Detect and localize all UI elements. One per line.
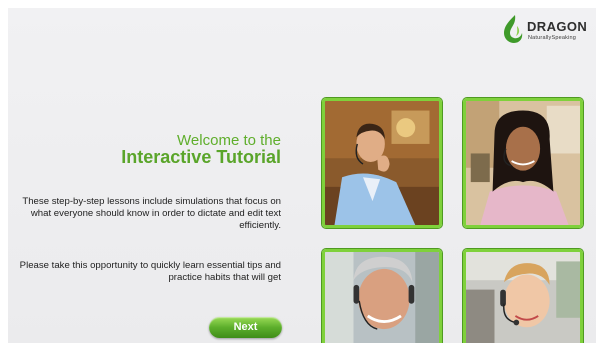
product-name: NaturallySpeaking bbox=[528, 35, 577, 41]
tutorial-title: Interactive Tutorial bbox=[121, 147, 281, 167]
man-with-headset-photo bbox=[322, 98, 442, 228]
dragon-flame-icon bbox=[504, 15, 523, 43]
older-man-with-headset-photo bbox=[322, 249, 442, 343]
woman-with-headset-photo bbox=[463, 98, 583, 228]
tips-paragraph: Please take this opportunity to quickly … bbox=[19, 260, 281, 283]
dragon-logo: DRAGON NaturallySpeaking bbox=[501, 14, 593, 46]
boy-with-headset-photo bbox=[463, 249, 583, 343]
tutorial-screen: DRAGON NaturallySpeaking Welcome to the … bbox=[8, 8, 596, 343]
next-button[interactable]: Next bbox=[209, 317, 282, 338]
brand-name: DRAGON bbox=[527, 19, 588, 34]
intro-paragraph: These step-by-step lessons include simul… bbox=[22, 196, 281, 231]
